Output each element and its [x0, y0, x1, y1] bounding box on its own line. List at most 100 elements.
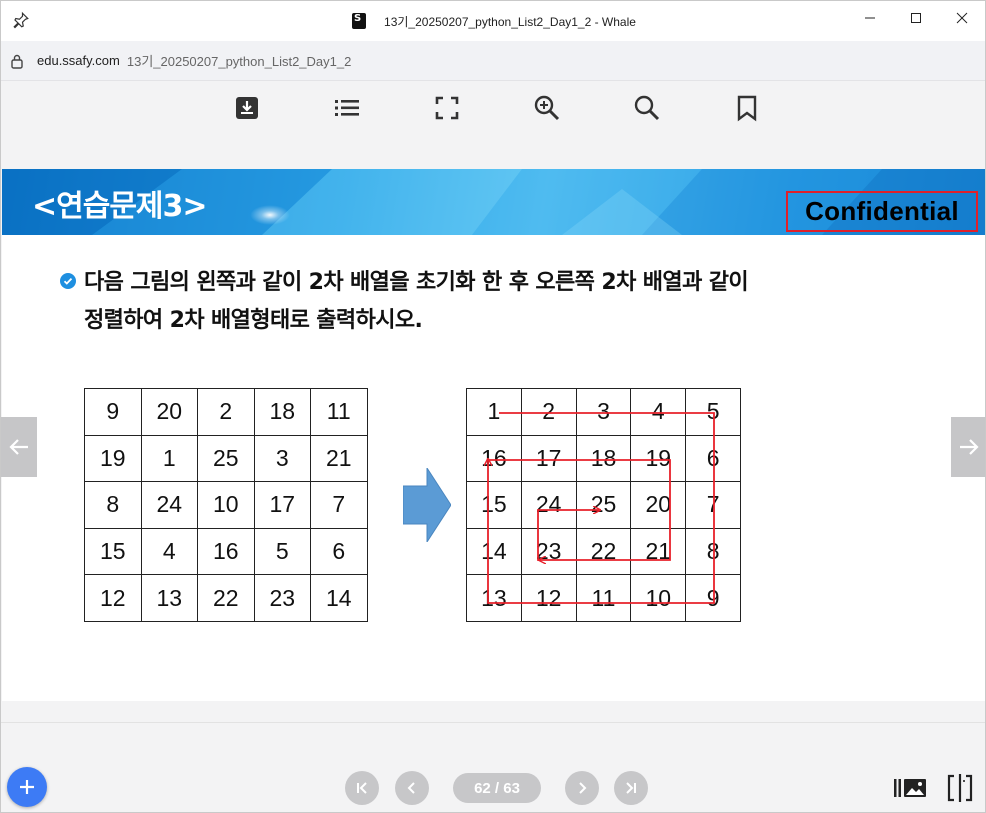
grid-row: 16 17 18 19 6 — [466, 434, 741, 483]
maximize-button[interactable] — [893, 1, 939, 35]
grid-row: 14 23 22 21 8 — [466, 527, 741, 576]
grid-cell: 3 — [253, 434, 311, 483]
viewer-toolbar — [1, 81, 985, 169]
last-page-button[interactable] — [614, 771, 648, 805]
grid-cell: 19 — [630, 434, 687, 483]
bookmark-icon[interactable] — [732, 93, 762, 123]
grid-cell: 14 — [310, 574, 368, 622]
page-indicator: 62 / 63 — [453, 773, 541, 803]
grid-cell: 24 — [520, 481, 577, 529]
grid-cell: 23 — [253, 574, 311, 622]
grid-cell: 13 — [140, 574, 198, 622]
grid-row: 8 24 10 17 7 — [84, 481, 368, 529]
grid-cell: 13 — [466, 574, 522, 622]
grid-cell: 16 — [197, 527, 255, 576]
header-glow — [250, 205, 290, 225]
fullscreen-icon[interactable] — [432, 93, 462, 123]
zoom-in-icon[interactable] — [532, 93, 562, 123]
grid-cell: 6 — [685, 434, 741, 483]
window-title: 13기_20250207_python_List2_Day1_2 - Whale — [384, 14, 636, 29]
browser-window: 13기_20250207_python_List2_Day1_2 - Whale… — [0, 0, 986, 813]
grid-cell: 11 — [310, 388, 368, 436]
grid-cell: 2 — [520, 388, 577, 436]
next-page-button[interactable] — [565, 771, 599, 805]
grid-cell: 18 — [575, 434, 632, 483]
question-text: 다음 그림의 왼쪽과 같이 2차 배열을 초기화 한 후 오른쪽 2차 배열과 … — [84, 264, 884, 340]
grid-cell: 6 — [310, 527, 368, 576]
grid-cell: 21 — [310, 434, 368, 483]
divider — [1, 722, 985, 723]
grid-cell: 14 — [466, 527, 522, 576]
slide-header: <연습문제3> Confidential — [2, 169, 985, 235]
slide-page: <연습문제3> Confidential 다음 그림의 왼쪽과 같이 2차 배열… — [2, 169, 985, 701]
grid-cell: 12 — [520, 574, 577, 622]
right-arrow-shape — [403, 468, 451, 542]
grid-cell: 15 — [84, 527, 142, 576]
grid-row: 13 12 11 10 9 — [466, 574, 741, 622]
close-button[interactable] — [939, 1, 985, 35]
grid-cell: 11 — [575, 574, 632, 622]
previous-page-button[interactable] — [395, 771, 429, 805]
grid-cell: 7 — [310, 481, 368, 529]
slide-title: <연습문제3> — [32, 189, 208, 224]
grid-cell: 8 — [685, 527, 741, 576]
list-icon[interactable] — [332, 93, 362, 123]
url-domain: edu.ssafy.com — [37, 53, 120, 68]
grid-cell: 7 — [685, 481, 741, 529]
search-icon[interactable] — [632, 93, 662, 123]
grid-cell: 5 — [253, 527, 311, 576]
grid-cell: 25 — [197, 434, 255, 483]
previous-page-side-button[interactable] — [1, 417, 37, 477]
grid-cell: 10 — [197, 481, 255, 529]
site-favicon-icon — [352, 13, 367, 29]
grid-cell: 16 — [466, 434, 522, 483]
grid-cell: 4 — [630, 388, 687, 436]
grid-cell: 17 — [520, 434, 577, 483]
grid-cell: 12 — [84, 574, 142, 622]
window-title-area: 13기_20250207_python_List2_Day1_2 - Whale — [1, 1, 985, 41]
grid-cell: 8 — [84, 481, 142, 529]
check-bullet-icon — [60, 273, 76, 289]
grid-cell: 5 — [685, 388, 741, 436]
split-view-icon[interactable] — [943, 773, 977, 803]
grid-row: 9 20 2 18 11 — [84, 388, 368, 436]
grid-cell: 9 — [84, 388, 142, 436]
grid-row: 19 1 25 3 21 — [84, 434, 368, 483]
download-icon[interactable] — [232, 93, 262, 123]
add-button[interactable] — [7, 767, 47, 807]
right-grid: 1 2 3 4 5 16 17 18 19 6 15 24 25 20 7 14… — [466, 388, 741, 622]
address-bar[interactable]: edu.ssafy.com 13기_20250207_python_List2_… — [1, 41, 985, 81]
grid-row: 15 24 25 20 7 — [466, 481, 741, 529]
grid-cell: 3 — [575, 388, 632, 436]
grid-cell: 19 — [84, 434, 142, 483]
first-page-button[interactable] — [345, 771, 379, 805]
grid-cell: 24 — [140, 481, 198, 529]
grid-cell: 23 — [520, 527, 577, 576]
question-line-2: 정렬하여 2차 배열형태로 출력하시오. — [84, 308, 423, 333]
grid-row: 15 4 16 5 6 — [84, 527, 368, 576]
grid-cell: 9 — [685, 574, 741, 622]
gallery-icon[interactable] — [893, 773, 927, 803]
grid-cell: 17 — [253, 481, 311, 529]
grid-cell: 22 — [197, 574, 255, 622]
grid-cell: 21 — [630, 527, 687, 576]
grid-row: 1 2 3 4 5 — [466, 388, 741, 436]
grid-cell: 2 — [197, 388, 255, 436]
url-path: 13기_20250207_python_List2_Day1_2 — [126, 54, 352, 69]
grid-cell: 20 — [630, 481, 687, 529]
grid-cell: 1 — [140, 434, 198, 483]
grid-cell: 25 — [575, 481, 632, 529]
grid-cell: 18 — [253, 388, 311, 436]
lock-icon[interactable] — [10, 53, 24, 69]
grid-cell: 4 — [140, 527, 198, 576]
left-grid: 9 20 2 18 11 19 1 25 3 21 8 24 10 17 7 1… — [84, 388, 368, 622]
next-page-side-button[interactable] — [951, 417, 985, 477]
grid-row: 12 13 22 23 14 — [84, 574, 368, 622]
question-line-1: 다음 그림의 왼쪽과 같이 2차 배열을 초기화 한 후 오른쪽 2차 배열과 … — [84, 270, 749, 295]
grid-cell: 1 — [466, 388, 522, 436]
minimize-button[interactable] — [847, 1, 893, 35]
title-bar: 13기_20250207_python_List2_Day1_2 - Whale — [1, 1, 985, 41]
confidential-label: Confidential — [786, 191, 978, 232]
grid-cell: 15 — [466, 481, 522, 529]
grid-cell: 10 — [630, 574, 687, 622]
